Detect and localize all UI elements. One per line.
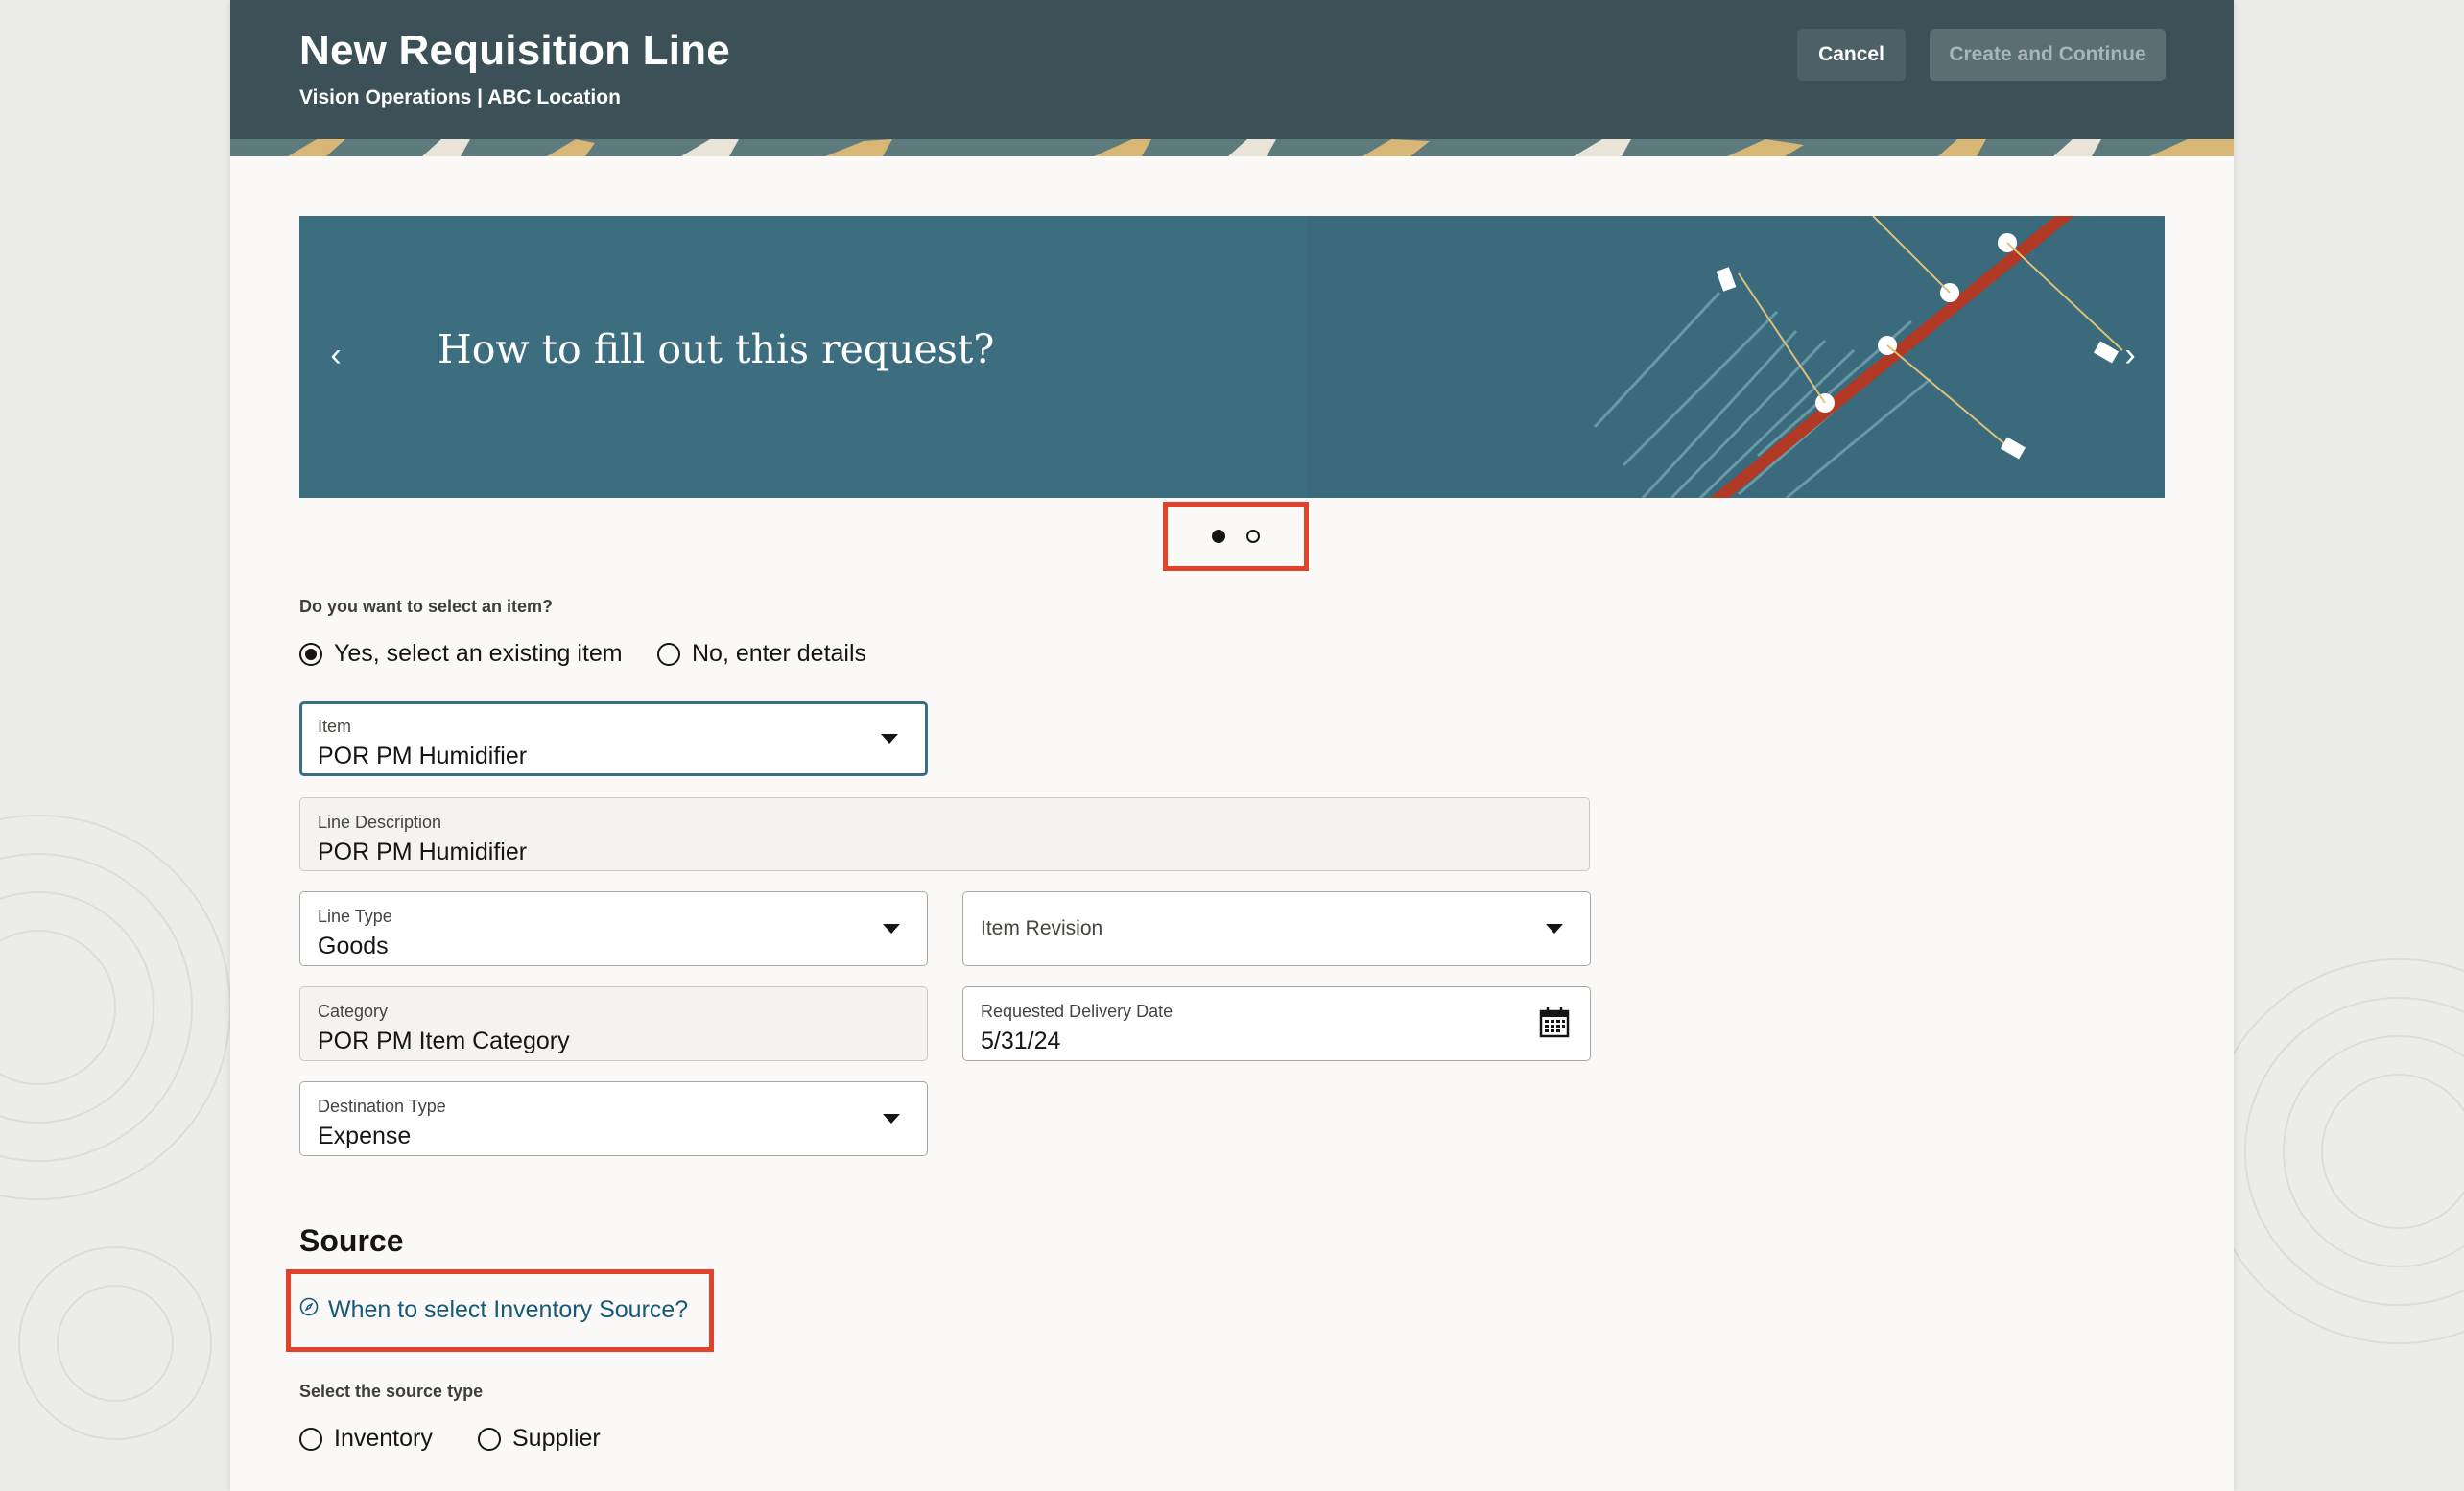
radio-button[interactable] (299, 642, 322, 666)
item-field-value[interactable]: POR PM Humidifier (318, 743, 527, 770)
radio-label: Yes, select an existing item (334, 640, 623, 667)
category-field[interactable]: Category POR PM Item Category (299, 986, 928, 1061)
requested-delivery-date-field[interactable]: Requested Delivery Date 5/31/24 (962, 986, 1591, 1061)
category-value[interactable]: POR PM Item Category (318, 1028, 570, 1055)
requisition-panel: New Requisition Line Vision Operations |… (230, 0, 2234, 1491)
destination-type-value[interactable]: Expense (318, 1123, 411, 1150)
chevron-down-icon[interactable] (881, 734, 898, 744)
create-and-continue-button[interactable]: Create and Continue (1930, 29, 2166, 81)
line-type-label: Line Type (318, 907, 392, 926)
cancel-button[interactable]: Cancel (1797, 29, 1906, 81)
requested-delivery-date-value[interactable]: 5/31/24 (981, 1028, 1060, 1055)
page-header: New Requisition Line Vision Operations |… (230, 0, 2234, 156)
chevron-left-icon[interactable]: ‹ (319, 333, 353, 377)
line-type-select[interactable]: Line Type Goods (299, 891, 928, 966)
carousel-pagination (1163, 502, 1309, 571)
calendar-icon[interactable] (1538, 1006, 1571, 1039)
radio-button[interactable] (478, 1427, 501, 1451)
item-question-label: Do you want to select an item? (299, 597, 554, 616)
carousel-dot-2[interactable] (1246, 530, 1260, 543)
source-section-title: Source (299, 1223, 404, 1258)
chevron-down-icon[interactable] (1546, 924, 1563, 934)
line-type-value[interactable]: Goods (318, 933, 389, 960)
item-field-label: Item (318, 717, 352, 736)
header-decoration (230, 139, 2234, 156)
radio-button[interactable] (299, 1427, 322, 1451)
carousel-dot-1[interactable] (1212, 530, 1225, 543)
compass-icon (299, 1297, 319, 1315)
help-link-text[interactable]: When to select Inventory Source? (328, 1296, 688, 1324)
radio-label: Supplier (512, 1425, 601, 1452)
radio-inventory[interactable]: Inventory (299, 1425, 433, 1453)
destination-type-select[interactable]: Destination Type Expense (299, 1081, 928, 1156)
radio-label: Inventory (334, 1425, 433, 1452)
inventory-source-help-link[interactable]: When to select Inventory Source? (299, 1296, 688, 1324)
item-revision-placeholder: Item Revision (981, 917, 1103, 939)
radio-supplier[interactable]: Supplier (478, 1425, 601, 1453)
radio-label: No, enter details (692, 640, 867, 667)
destination-type-label: Destination Type (318, 1097, 446, 1116)
radio-button[interactable] (657, 642, 680, 666)
carousel-title: How to fill out this request? (438, 326, 995, 372)
line-description-field[interactable]: Line Description POR PM Humidifier (299, 797, 1590, 871)
line-description-value[interactable]: POR PM Humidifier (318, 839, 527, 866)
radio-enter-details[interactable]: No, enter details (657, 640, 866, 668)
page-title: New Requisition Line (299, 27, 730, 74)
guidance-carousel: ‹ How to fill out this request? › (299, 216, 2165, 498)
source-type-label: Select the source type (299, 1382, 484, 1401)
item-field[interactable]: Item POR PM Humidifier (299, 701, 928, 776)
category-label: Category (318, 1002, 389, 1021)
chevron-down-icon[interactable] (883, 1114, 900, 1124)
page-subtitle: Vision Operations | ABC Location (299, 86, 621, 108)
item-revision-select[interactable]: Item Revision (962, 891, 1591, 966)
radio-select-existing-item[interactable]: Yes, select an existing item (299, 640, 623, 668)
chevron-right-icon[interactable]: › (2113, 333, 2147, 377)
requested-delivery-date-label: Requested Delivery Date (981, 1002, 1173, 1021)
line-description-label: Line Description (318, 813, 442, 832)
chevron-down-icon[interactable] (883, 924, 900, 934)
